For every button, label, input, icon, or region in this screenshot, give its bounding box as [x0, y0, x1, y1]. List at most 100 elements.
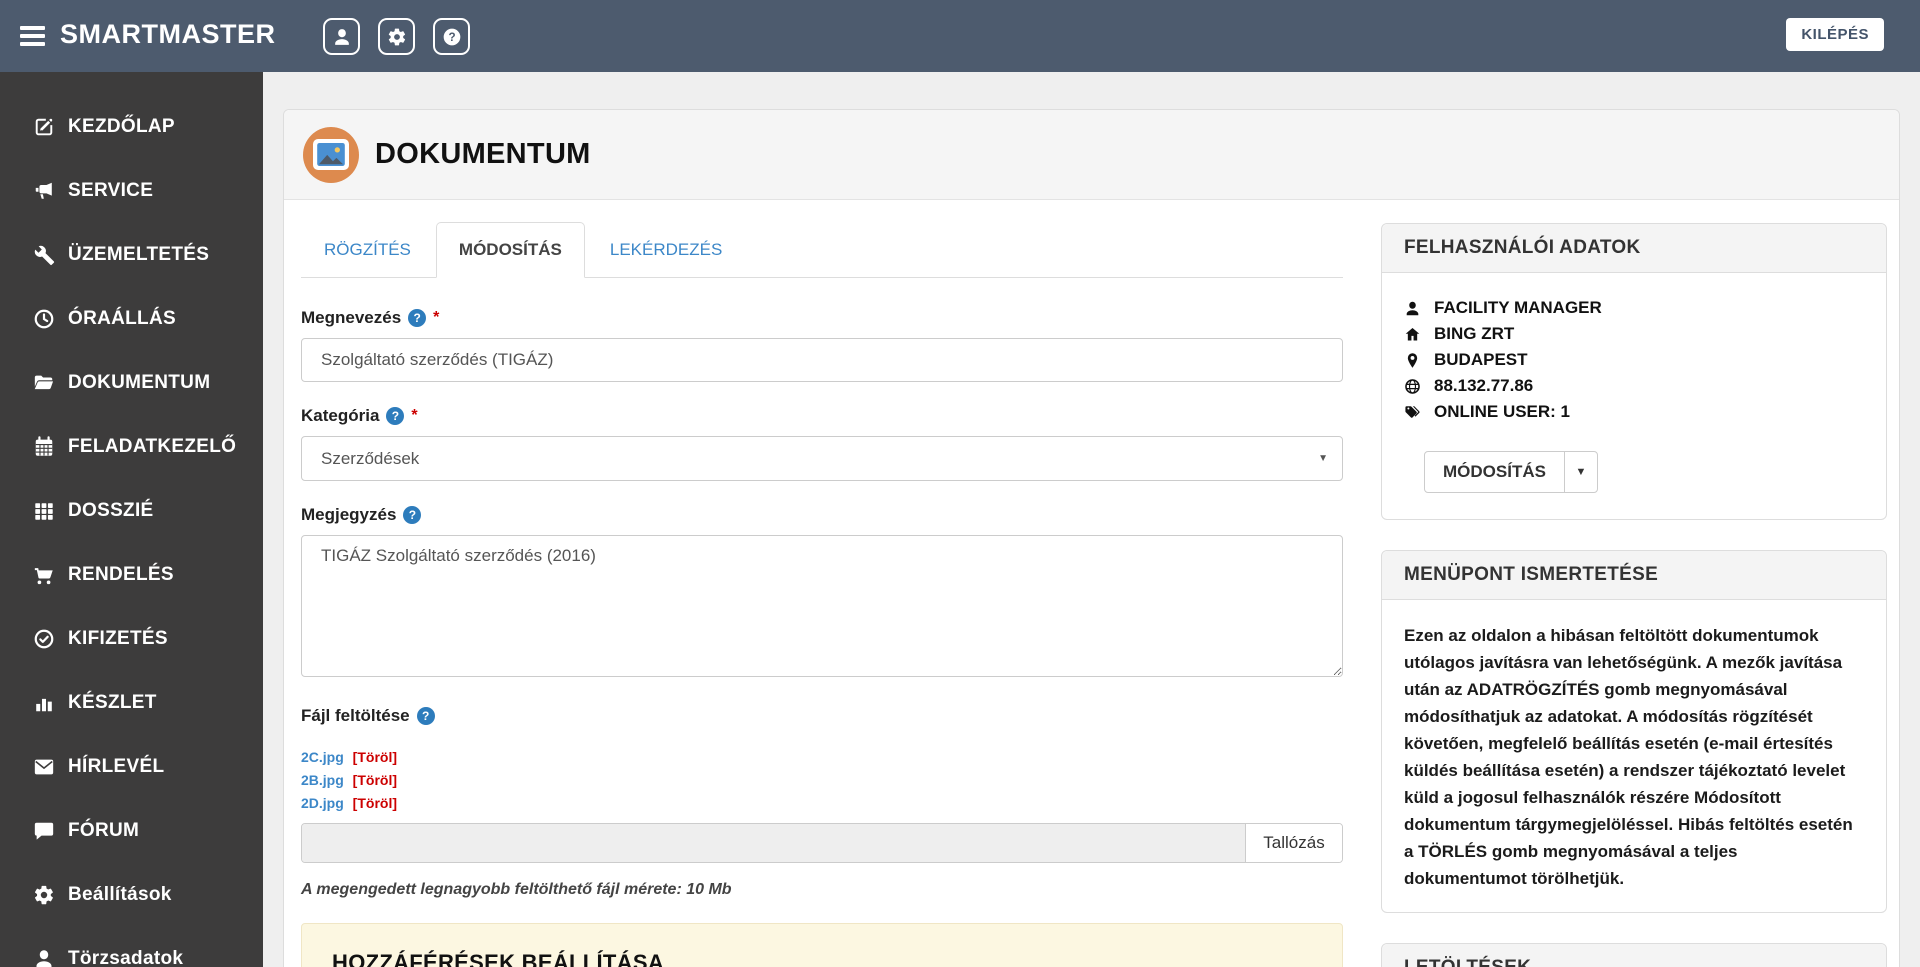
caret-down-icon[interactable]: ▼	[1563, 452, 1597, 492]
gear-icon	[33, 884, 55, 906]
upload-field-group: Fájl feltöltése ? 2C.jpg [Töröl] 2B.jpg …	[301, 706, 1343, 899]
sidebar: KEZDŐLAP SERVICE ÜZEMELTETÉS ÓRAÁLLÁS DO…	[0, 72, 263, 967]
edit-icon	[33, 116, 55, 138]
sidebar-item-label: DOKUMENTUM	[68, 372, 211, 393]
user-data-panel: FELHASZNÁLÓI ADATOK FACILITY MANAGER BIN…	[1381, 223, 1887, 520]
help-icon[interactable]: ?	[403, 506, 422, 524]
user-row: BING ZRT	[1404, 321, 1864, 347]
sidebar-item-label: KÉSZLET	[68, 692, 157, 713]
file-delete-link[interactable]: [Töröl]	[353, 749, 397, 765]
upload-field-label: Fájl feltöltése	[301, 706, 410, 725]
user-row: FACILITY MANAGER	[1404, 295, 1864, 321]
file-upload-control: Tallózás	[301, 823, 1343, 863]
user-icon	[33, 948, 55, 967]
file-delete-link[interactable]: [Töröl]	[353, 772, 397, 788]
online-user-count: ONLINE USER: 1	[1434, 402, 1571, 421]
user-row: 88.132.77.86	[1404, 373, 1864, 399]
required-mark: *	[433, 309, 440, 326]
main-panel: DOKUMENTUM RÖGZÍTÉS MÓDOSÍTÁS LEKÉRDEZÉS…	[283, 109, 1900, 967]
sidebar-item-forum[interactable]: FÓRUM	[0, 799, 263, 863]
sidebar-item-kezdolap[interactable]: KEZDŐLAP	[0, 95, 263, 159]
sidebar-item-label: ÜZEMELTETÉS	[68, 244, 210, 265]
modify-button[interactable]: MÓDOSÍTÁS ▼	[1424, 451, 1598, 493]
file-link[interactable]: 2C.jpg	[301, 749, 344, 765]
grid-icon	[33, 500, 55, 522]
category-field-group: Kategória ? * Szerződések ▼	[301, 406, 1343, 481]
user-row: ONLINE USER: 1	[1404, 399, 1864, 425]
downloads-panel: LETÖLTÉSEK	[1381, 943, 1887, 967]
company-name: BING ZRT	[1434, 324, 1515, 343]
name-input[interactable]	[301, 338, 1343, 382]
category-select[interactable]: Szerződések	[301, 436, 1343, 481]
help-button[interactable]: ?	[433, 18, 470, 55]
required-mark: *	[411, 407, 418, 424]
sidebar-item-label: Beállítások	[68, 884, 172, 905]
file-row: 2B.jpg [Töröl]	[301, 769, 1343, 792]
browse-button[interactable]: Tallózás	[1245, 824, 1342, 862]
tab-modositas[interactable]: MÓDOSÍTÁS	[435, 222, 585, 278]
file-delete-link[interactable]: [Töröl]	[353, 795, 397, 811]
tags-icon	[1404, 404, 1421, 421]
megaphone-icon	[33, 180, 55, 202]
help-icon[interactable]: ?	[416, 707, 435, 725]
sidebar-item-uzemeltetes[interactable]: ÜZEMELTETÉS	[0, 223, 263, 287]
name-field-label: Megnevezés	[301, 308, 402, 327]
user-profile-button[interactable]	[323, 18, 360, 55]
gear-icon	[387, 27, 407, 47]
city-name: BUDAPEST	[1434, 350, 1528, 369]
tab-lekerdezes[interactable]: LEKÉRDEZÉS	[587, 222, 745, 278]
help-icon[interactable]: ?	[408, 309, 427, 327]
page-title: DOKUMENTUM	[375, 138, 591, 170]
sidebar-item-label: Törzsadatok	[68, 948, 184, 967]
logout-button[interactable]: KILÉPÉS	[1786, 18, 1884, 51]
sidebar-item-label: RENDELÉS	[68, 564, 174, 585]
topbar: SMARTMASTER ? KILÉPÉS	[0, 0, 1920, 72]
sidebar-item-label: KEZDŐLAP	[68, 116, 175, 137]
sidebar-item-label: KIFIZETÉS	[68, 628, 168, 649]
help-icon[interactable]: ?	[386, 407, 405, 425]
sidebar-item-feladatkezelo[interactable]: FELADATKEZELŐ	[0, 415, 263, 479]
sidebar-item-keszlet[interactable]: KÉSZLET	[0, 671, 263, 735]
sidebar-item-service[interactable]: SERVICE	[0, 159, 263, 223]
modify-button-label[interactable]: MÓDOSÍTÁS	[1425, 452, 1564, 492]
user-data-panel-title: FELHASZNÁLÓI ADATOK	[1382, 224, 1886, 273]
tab-rogzites[interactable]: RÖGZÍTÉS	[301, 222, 434, 278]
sidebar-item-dosszie[interactable]: DOSSZIÉ	[0, 479, 263, 543]
home-icon	[1404, 326, 1421, 343]
menu-info-panel-title: MENÜPONT ISMERTETÉSE	[1382, 551, 1886, 600]
sidebar-item-hirlevel[interactable]: HÍRLEVÉL	[0, 735, 263, 799]
sidebar-item-torzsadatok[interactable]: Törzsadatok	[0, 927, 263, 967]
tab-bar: RÖGZÍTÉS MÓDOSÍTÁS LEKÉRDEZÉS	[301, 222, 1343, 278]
file-link[interactable]: 2B.jpg	[301, 772, 344, 788]
comment-field-label: Megjegyzés	[301, 505, 397, 524]
file-link[interactable]: 2D.jpg	[301, 795, 344, 811]
user-name: FACILITY MANAGER	[1434, 298, 1602, 317]
comment-icon	[33, 820, 55, 842]
settings-button[interactable]	[378, 18, 415, 55]
document-image-icon	[303, 126, 359, 183]
check-circle-icon	[33, 628, 55, 650]
wrench-icon	[33, 244, 55, 266]
info-column: FELHASZNÁLÓI ADATOK FACILITY MANAGER BIN…	[1381, 223, 1887, 967]
hamburger-menu-icon[interactable]	[20, 26, 45, 46]
access-settings-panel: HOZZÁFÉRÉSEK BEÁLLÍTÁSA	[301, 923, 1343, 967]
sidebar-item-oraallas[interactable]: ÓRAÁLLÁS	[0, 287, 263, 351]
sidebar-item-kifizetes[interactable]: KIFIZETÉS	[0, 607, 263, 671]
comment-field-group: Megjegyzés ? TIGÁZ Szolgáltató szerződés…	[301, 505, 1343, 682]
sidebar-item-rendeles[interactable]: RENDELÉS	[0, 543, 263, 607]
name-field-group: Megnevezés ? *	[301, 308, 1343, 382]
clock-icon	[33, 308, 55, 330]
file-row: 2C.jpg [Töröl]	[301, 746, 1343, 769]
map-marker-icon	[1404, 352, 1421, 369]
sidebar-item-dokumentum[interactable]: DOKUMENTUM	[0, 351, 263, 415]
comment-textarea[interactable]: TIGÁZ Szolgáltató szerződés (2016)	[301, 535, 1343, 677]
file-upload-input[interactable]	[302, 824, 1245, 862]
page-header: DOKUMENTUM	[284, 110, 1899, 200]
question-circle-icon: ?	[442, 27, 462, 47]
ip-address: 88.132.77.86	[1434, 376, 1534, 395]
document-edit-form: Megnevezés ? * Kategória ? *	[301, 308, 1343, 967]
sidebar-menu: KEZDŐLAP SERVICE ÜZEMELTETÉS ÓRAÁLLÁS DO…	[0, 72, 263, 967]
content-area: DOKUMENTUM RÖGZÍTÉS MÓDOSÍTÁS LEKÉRDEZÉS…	[263, 72, 1920, 967]
sidebar-item-beallitasok[interactable]: Beállítások	[0, 863, 263, 927]
globe-icon	[1404, 378, 1421, 395]
